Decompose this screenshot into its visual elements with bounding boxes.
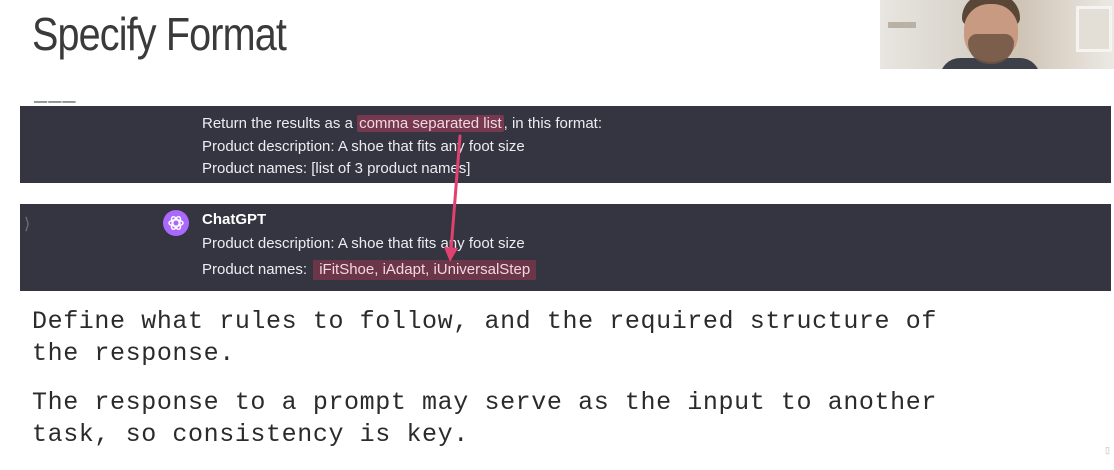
- assistant-response-panel: ⟩ ChatGPT Product description: A shoe th…: [20, 204, 1111, 291]
- presenter-webcam: [880, 0, 1114, 69]
- slide-title: Specify Format: [32, 8, 287, 60]
- user-prompt-panel: Return the results as a comma separated …: [20, 106, 1111, 183]
- body-paragraph-2-line-2: task, so consistency is key.: [32, 420, 469, 449]
- title-underline: ___: [34, 82, 77, 107]
- prompt-line-format-instruction: Return the results as a comma separated …: [202, 114, 602, 134]
- slide-corner-icon: ▯: [1105, 445, 1110, 455]
- response-highlight-names: iFitShoe, iAdapt, iUniversalStep: [313, 260, 537, 280]
- body-paragraph-2-line-1: The response to a prompt may serve as th…: [32, 388, 937, 417]
- assistant-name: ChatGPT: [202, 211, 267, 228]
- body-paragraph-1-line-2: the response.: [32, 339, 235, 368]
- openai-logo-icon: [163, 210, 189, 236]
- webcam-background-shelf: [888, 22, 916, 28]
- sidebar-chevron-icon[interactable]: ⟩: [24, 214, 30, 234]
- body-paragraph-1-line-1: Define what rules to follow, and the req…: [32, 307, 937, 336]
- prompt-text-pre: Return the results as a: [202, 115, 358, 132]
- prompt-text-post: , in this format:: [503, 115, 603, 132]
- prompt-line-names: Product names: [list of 3 product names]: [202, 160, 471, 177]
- prompt-line-description: Product description: A shoe that fits an…: [202, 138, 525, 155]
- response-line-description: Product description: A shoe that fits an…: [202, 235, 525, 252]
- response-line-names: Product names: iFitShoe, iAdapt, iUniver…: [202, 260, 537, 280]
- webcam-background-window: [1076, 6, 1112, 52]
- response-names-label: Product names:: [202, 261, 312, 278]
- prompt-highlight-comma-list: comma separated list: [357, 115, 504, 132]
